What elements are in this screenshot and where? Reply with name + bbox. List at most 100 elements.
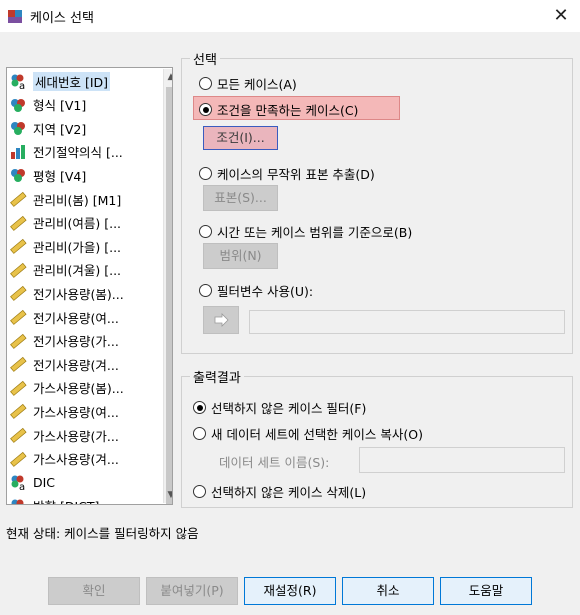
scale-icon	[9, 355, 27, 373]
variable-list-item[interactable]: 가스사용량(겨...	[9, 448, 157, 470]
variable-label: 방향 [DICT]	[33, 496, 99, 504]
arrow-right-icon	[214, 313, 229, 327]
scale-icon	[9, 237, 27, 255]
variable-list-item[interactable]: 가스사용량(봄)...	[9, 377, 157, 399]
variable-label: 전기절약의식 [...	[33, 145, 123, 161]
radio-filter-variable[interactable]: 필터변수 사용(U):	[199, 281, 313, 300]
variable-label: 가스사용량(겨...	[33, 452, 119, 468]
radio-icon	[199, 167, 212, 180]
variable-label: 지역 [V2]	[33, 121, 87, 137]
range-button[interactable]: 범위(N)	[203, 243, 278, 269]
nominal-string-icon: a	[9, 72, 27, 92]
variable-label: 전기사용량(봄)...	[33, 286, 124, 302]
radio-time-range[interactable]: 시간 또는 케이스 범위를 기준으로(B)	[199, 222, 412, 241]
title-bar: 케이스 선택 ✕	[0, 0, 580, 32]
radio-random-sample[interactable]: 케이스의 무작위 표본 추출(D)	[199, 164, 375, 183]
variable-label: 전기사용량(가...	[33, 334, 119, 350]
variable-label: DIC	[33, 474, 56, 490]
scale-icon	[9, 190, 27, 208]
variable-label: 전기사용량(여...	[33, 310, 119, 326]
radio-icon	[199, 284, 212, 297]
variable-list-item[interactable]: 전기사용량(봄)...	[9, 282, 157, 304]
variable-label: 세대번호 [ID]	[33, 71, 111, 91]
variable-label: 형식 [V1]	[33, 98, 87, 114]
variable-list-item[interactable]: 가스사용량(가...	[9, 424, 157, 446]
variable-list-item[interactable]: 가스사용량(여...	[9, 400, 157, 422]
ok-button[interactable]: 확인	[48, 577, 140, 605]
scale-icon	[9, 284, 27, 302]
variable-list-item[interactable]: a DIC	[9, 471, 157, 493]
variable-list-item[interactable]: 관리비(가을) [...	[9, 235, 157, 257]
ordinal-icon	[9, 143, 27, 161]
radio-icon	[199, 225, 212, 238]
variable-label: 전기사용량(겨...	[33, 357, 119, 373]
scale-icon	[9, 402, 27, 420]
variable-list-item[interactable]: 전기사용량(겨...	[9, 353, 157, 375]
paste-button[interactable]: 붙여넣기(P)	[146, 577, 238, 605]
variable-list-item[interactable]: a 방향 [DICT]	[9, 495, 157, 504]
cancel-button[interactable]: 취소	[342, 577, 434, 605]
scale-icon	[9, 332, 27, 350]
variable-list-item[interactable]: a 세대번호 [ID]	[9, 70, 157, 92]
variable-list-item[interactable]: 관리비(봄) [M1]	[9, 188, 157, 210]
dataset-name-field[interactable]	[359, 447, 565, 473]
radio-copy-dataset[interactable]: 새 데이터 세트에 선택한 케이스 복사(O)	[193, 424, 423, 443]
variable-list-item[interactable]: 전기사용량(가...	[9, 330, 157, 352]
variable-label: 가스사용량(가...	[33, 428, 119, 444]
variable-label: 평형 [V4]	[33, 168, 87, 184]
nominal-icon	[9, 166, 27, 184]
variable-list-scrollbar[interactable]: ▲ ▼	[163, 69, 172, 504]
scale-icon	[9, 308, 27, 326]
if-button[interactable]: 조건(I)...	[203, 126, 278, 150]
scale-icon	[9, 450, 27, 468]
radio-selected-icon	[199, 103, 212, 116]
svg-text:a: a	[19, 482, 25, 491]
select-group-label: 선택	[190, 49, 220, 68]
variable-label: 가스사용량(여...	[33, 404, 119, 420]
nominal-icon	[9, 119, 27, 137]
radio-icon	[193, 485, 206, 498]
variable-label: 관리비(봄) [M1]	[33, 192, 122, 208]
scroll-thumb[interactable]	[166, 87, 172, 504]
status-text: 현재 상태: 케이스를 필터링하지 않음	[6, 526, 199, 541]
scale-icon	[9, 214, 27, 232]
radio-icon	[199, 77, 212, 90]
scroll-down-icon[interactable]: ▼	[164, 487, 172, 503]
radio-filter-out[interactable]: 선택하지 않은 케이스 필터(F)	[193, 398, 366, 417]
variable-label: 관리비(겨울) [...	[33, 263, 122, 279]
radio-delete-unselected[interactable]: 선택하지 않은 케이스 삭제(L)	[193, 482, 366, 501]
radio-icon	[193, 427, 206, 440]
output-group-label: 출력결과	[190, 367, 244, 386]
dataset-name-label: 데이터 세트 이름(S):	[219, 455, 330, 470]
window-title: 케이스 선택	[30, 11, 94, 26]
variable-list[interactable]: ▲ ▼ a 세대번호 [ID] 형식 [V1] 지역 [V2] 전기절약의식 [... 평…	[6, 67, 173, 505]
help-button[interactable]: 도움말	[440, 577, 532, 605]
variable-list-item[interactable]: 전기절약의식 [...	[9, 141, 157, 163]
scale-icon	[9, 261, 27, 279]
radio-if-condition[interactable]: 조건을 만족하는 케이스(C)	[199, 100, 358, 119]
variable-list-item[interactable]: 평형 [V4]	[9, 164, 157, 186]
variable-list-item[interactable]: 지역 [V2]	[9, 117, 157, 139]
variable-list-item[interactable]: 형식 [V1]	[9, 94, 157, 116]
nominal-string-icon: a	[9, 497, 27, 504]
radio-selected-icon	[193, 401, 206, 414]
scale-icon	[9, 379, 27, 397]
variable-label: 가스사용량(봄)...	[33, 381, 124, 397]
svg-text:a: a	[19, 81, 25, 90]
variable-label: 관리비(가을) [...	[33, 239, 122, 255]
variable-label: 관리비(여름) [...	[33, 216, 122, 232]
move-arrow-button[interactable]	[203, 306, 239, 334]
variable-list-item[interactable]: 관리비(여름) [...	[9, 212, 157, 234]
variable-list-item[interactable]: 전기사용량(여...	[9, 306, 157, 328]
reset-button[interactable]: 재설정(R)	[244, 577, 336, 605]
spss-app-icon	[8, 10, 22, 23]
scroll-up-icon[interactable]: ▲	[164, 69, 172, 85]
close-icon[interactable]: ✕	[546, 2, 576, 30]
nominal-string-icon: a	[9, 473, 27, 493]
filter-variable-field[interactable]	[249, 310, 565, 334]
nominal-icon	[9, 96, 27, 114]
scale-icon	[9, 426, 27, 444]
variable-list-item[interactable]: 관리비(겨울) [...	[9, 259, 157, 281]
sample-button[interactable]: 표본(S)...	[203, 185, 278, 211]
radio-all-cases[interactable]: 모든 케이스(A)	[199, 74, 297, 93]
